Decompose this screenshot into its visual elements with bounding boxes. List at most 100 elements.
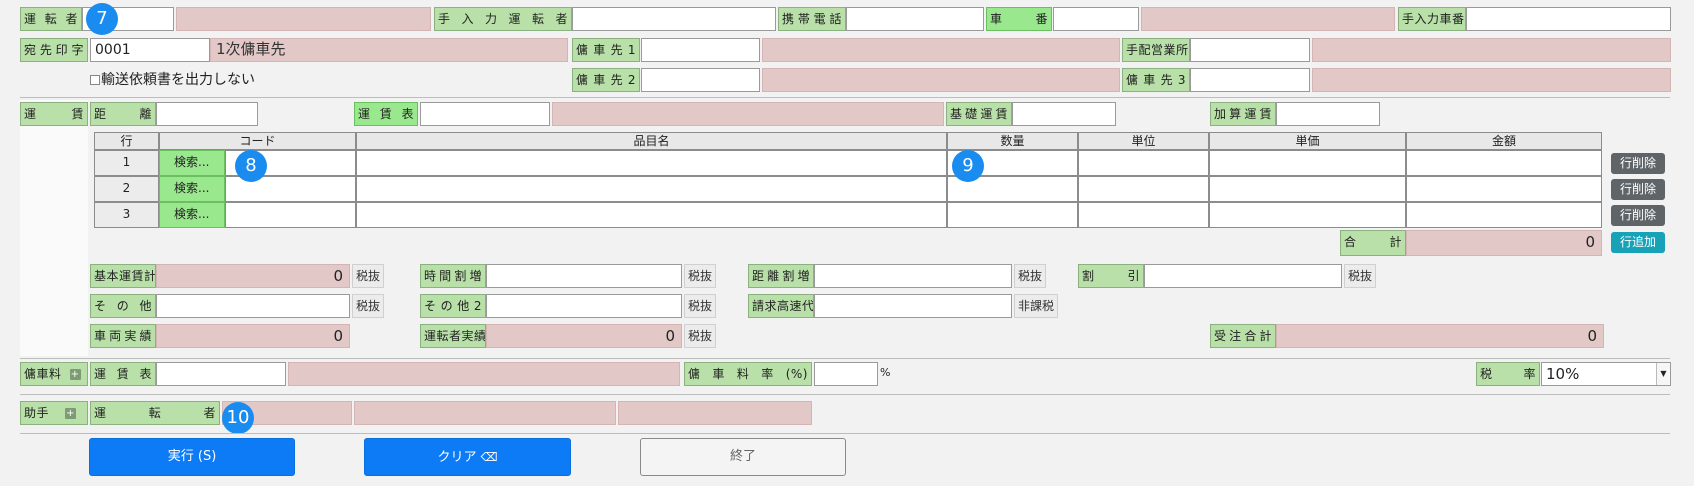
code-search-button[interactable]: 検索...: [159, 176, 225, 202]
unit-price-input[interactable]: [1209, 202, 1406, 228]
fare-section-label: 運賃: [20, 102, 88, 126]
item-name-input[interactable]: [356, 150, 947, 176]
charter1-input[interactable]: [641, 38, 760, 62]
other2-input[interactable]: [486, 294, 682, 318]
manual-driver-label: 手入力運転者: [434, 7, 572, 31]
unit-input[interactable]: [1078, 202, 1209, 228]
mobile-input[interactable]: [846, 7, 984, 31]
charter-fare-table-display: [288, 362, 680, 386]
amount-input[interactable]: [1406, 176, 1602, 202]
plus-square-icon: +: [65, 408, 77, 419]
tax-excl-label: 税抜: [1344, 264, 1377, 288]
no-transport-request-checkbox[interactable]: [90, 75, 100, 85]
assistant-section-label: 助手: [24, 406, 50, 420]
chevron-down-icon: ▼: [1656, 363, 1670, 385]
amount-input[interactable]: [1406, 150, 1602, 176]
fare-table-label: 運賃表: [354, 102, 418, 126]
assistant-driver-label: 運転者: [90, 401, 220, 425]
unit-price-input[interactable]: [1209, 150, 1406, 176]
manual-vehicle-input[interactable]: [1466, 7, 1671, 31]
col-header-quantity: 数量: [947, 132, 1078, 150]
callout-badge-7: 7: [86, 3, 118, 35]
no-transport-request-option[interactable]: 輸送依頼書を出力しない: [90, 68, 255, 92]
close-button[interactable]: 終了: [640, 438, 846, 476]
vehicle-actual-value: 0: [156, 324, 350, 348]
order-total-label: 受注合計: [1210, 324, 1276, 348]
clear-button[interactable]: クリア ⌫: [364, 438, 571, 476]
table-row-number: 2: [94, 176, 159, 202]
charter2-input[interactable]: [641, 68, 760, 92]
other-label: その他: [90, 294, 156, 318]
driver-name-display: [176, 7, 431, 31]
add-row-button[interactable]: 行追加: [1611, 232, 1665, 253]
unit-price-input[interactable]: [1209, 176, 1406, 202]
divider: [20, 358, 1670, 359]
charter-fee-section-toggle[interactable]: 傭車料 +: [20, 362, 88, 386]
execute-button[interactable]: 実行 (S): [89, 438, 295, 476]
charter3-input[interactable]: [1190, 68, 1310, 92]
item-name-input[interactable]: [356, 202, 947, 228]
distance-surcharge-input[interactable]: [814, 264, 1012, 288]
highway-fee-input[interactable]: [814, 294, 1012, 318]
charter2-label: 傭車先2: [572, 68, 640, 92]
code-input[interactable]: [225, 202, 356, 228]
charter-rate-input[interactable]: [814, 362, 878, 386]
code-search-button[interactable]: 検索...: [159, 202, 225, 228]
vehicle-no-input[interactable]: [1053, 7, 1139, 31]
arrange-office-input[interactable]: [1190, 38, 1310, 62]
fare-section-panel: [20, 100, 88, 356]
charter3-label: 傭車先3: [1122, 68, 1190, 92]
other-input[interactable]: [156, 294, 350, 318]
dest-stamp-input[interactable]: 0001: [90, 38, 210, 62]
base-total-label: 基本運賃計: [90, 264, 156, 288]
code-search-button[interactable]: 検索...: [159, 150, 225, 176]
unit-input[interactable]: [1078, 176, 1209, 202]
assistant-section-toggle[interactable]: 助手 +: [20, 401, 88, 425]
delete-row-button[interactable]: 行削除: [1611, 179, 1665, 200]
discount-input[interactable]: [1144, 264, 1342, 288]
unit-input[interactable]: [1078, 150, 1209, 176]
tax-excl-label: 税抜: [684, 294, 717, 318]
delete-row-button[interactable]: 行削除: [1611, 205, 1665, 226]
col-header-item-name: 品目名: [356, 132, 947, 150]
charter-fare-table-input[interactable]: [156, 362, 286, 386]
delete-row-button[interactable]: 行削除: [1611, 153, 1665, 174]
distance-surcharge-label: 距離割増: [748, 264, 814, 288]
base-fare-label: 基礎運賃: [946, 102, 1012, 126]
time-surcharge-label: 時間割増: [420, 264, 486, 288]
assistant-driver-display-2: [354, 401, 616, 425]
charter-rate-label: 傭車料率(%): [684, 362, 812, 386]
driver-actual-label: 運転者実績: [420, 324, 486, 348]
item-name-input[interactable]: [356, 176, 947, 202]
tax-rate-label: 税率: [1476, 362, 1540, 386]
driver-label: 運転者: [20, 7, 82, 31]
time-surcharge-input[interactable]: [486, 264, 682, 288]
charter2-display: [762, 68, 1120, 92]
divider: [20, 97, 1670, 98]
distance-input[interactable]: [156, 102, 258, 126]
table-row-number: 1: [94, 150, 159, 176]
amount-input[interactable]: [1406, 202, 1602, 228]
tax-excl-label: 税抜: [684, 324, 717, 348]
vehicle-no-label: 車番: [986, 7, 1052, 31]
vehicle-no-display: [1141, 7, 1395, 31]
tax-excl-label: 税抜: [684, 264, 717, 288]
arrange-office-display: [1312, 38, 1671, 62]
fare-table-input[interactable]: [420, 102, 550, 126]
extra-fare-label: 加算運賃: [1210, 102, 1276, 126]
eraser-icon: ⌫: [480, 450, 498, 464]
divider: [20, 433, 1670, 434]
base-fare-input[interactable]: [1012, 102, 1116, 126]
tax-rate-value: 10%: [1546, 365, 1580, 383]
extra-fare-input[interactable]: [1276, 102, 1380, 126]
quantity-input[interactable]: [947, 202, 1078, 228]
percent-unit: %: [880, 366, 891, 379]
manual-vehicle-label: 手入力車番: [1398, 7, 1466, 31]
col-header-code: コード: [159, 132, 356, 150]
vehicle-actual-label: 車両実績: [90, 324, 156, 348]
tax-rate-select[interactable]: 10% ▼: [1541, 362, 1671, 386]
divider: [20, 394, 1670, 395]
other2-label: その他2: [420, 294, 486, 318]
callout-badge-8: 8: [235, 150, 267, 182]
manual-driver-input[interactable]: [572, 7, 776, 31]
